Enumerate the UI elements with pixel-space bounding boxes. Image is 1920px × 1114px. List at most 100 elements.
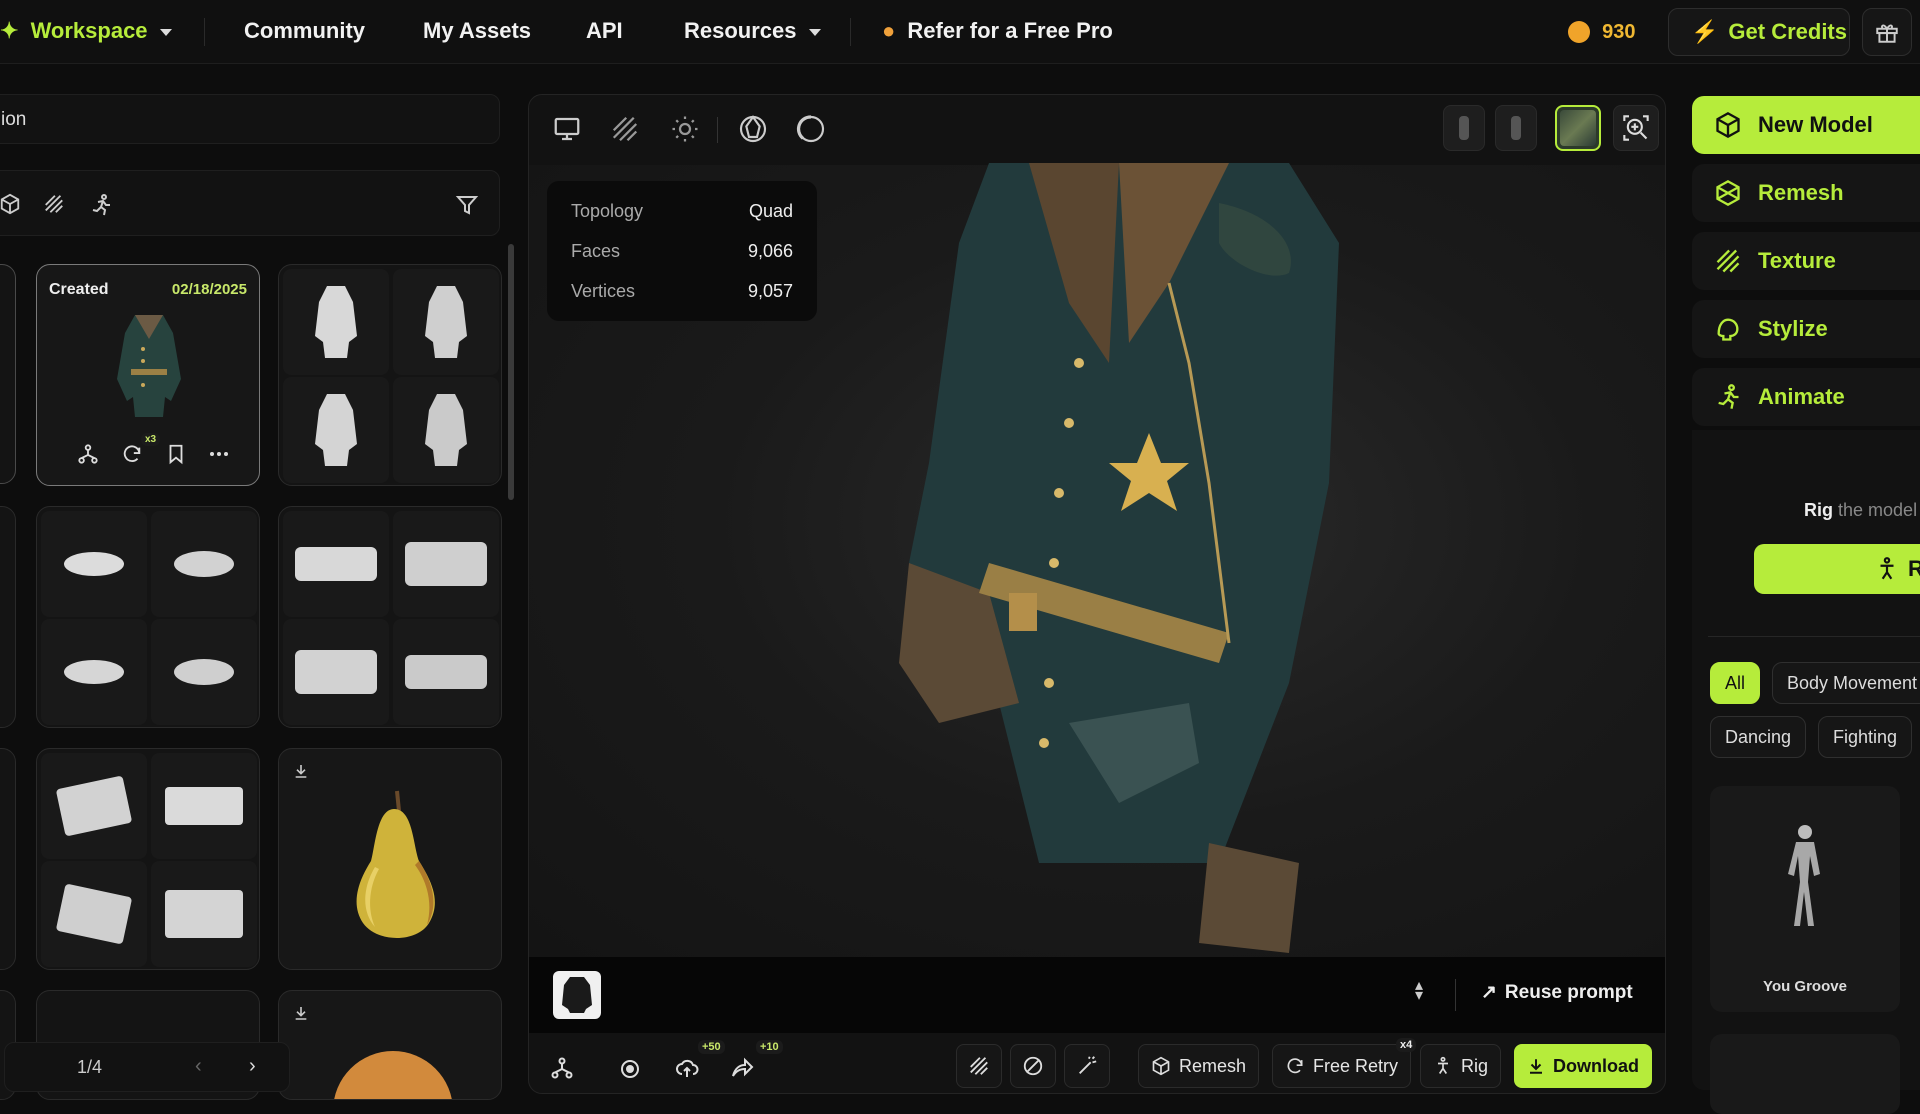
animation-card[interactable]: You Groove — [1710, 786, 1900, 1012]
animation-name: You Groove — [1763, 978, 1847, 995]
new-model-label: New Model — [1758, 112, 1873, 137]
zoom-button[interactable] — [1613, 105, 1659, 151]
gift-button[interactable] — [1862, 8, 1912, 56]
workspace-menu[interactable]: ✦ Workspace — [0, 18, 172, 44]
material-sphere-icon[interactable] — [793, 111, 829, 147]
stylize-tool-button[interactable] — [1010, 1044, 1056, 1088]
toolbar-divider — [717, 117, 718, 143]
jacket-thumbnail — [393, 377, 499, 483]
nav-my-assets[interactable]: My Assets — [423, 18, 531, 44]
get-credits-button[interactable]: ⚡ Get Credits — [1668, 8, 1850, 56]
texture-map-button[interactable] — [1555, 105, 1601, 151]
retry-icon[interactable] — [121, 443, 143, 465]
share-icon[interactable] — [730, 1056, 754, 1080]
remesh-icon — [1714, 179, 1742, 207]
cube-icon[interactable] — [0, 193, 21, 215]
free-retry-button[interactable]: Free Retry — [1272, 1044, 1412, 1088]
model-card[interactable] — [36, 748, 260, 970]
texture-icon — [1714, 247, 1742, 275]
panel-divider — [1708, 636, 1920, 637]
selected-model-card[interactable]: Created 02/18/2025 x3 — [36, 264, 260, 486]
prompt-image-thumbnail[interactable] — [553, 971, 601, 1019]
rig-button-label: R — [1908, 556, 1920, 581]
running-figure-icon[interactable] — [89, 193, 113, 217]
no-texture-icon — [1022, 1055, 1044, 1077]
top-bar: ✦ Workspace Community My Assets API Reso… — [0, 0, 1920, 64]
workspace-label: Workspace — [30, 18, 148, 43]
page-indicator: 1/4 — [77, 1057, 103, 1077]
more-options-icon[interactable] — [207, 443, 231, 465]
stat-value: Quad — [748, 201, 793, 221]
model-card[interactable] — [278, 506, 502, 728]
bookmark-add-icon[interactable] — [165, 443, 187, 465]
rig-button[interactable]: Rig — [1420, 1044, 1502, 1088]
view-preset-button[interactable] — [1443, 105, 1485, 151]
magic-tool-button[interactable] — [1064, 1044, 1110, 1088]
box-thumbnail — [283, 619, 389, 725]
stat-value: 9,057 — [747, 281, 793, 301]
model-card[interactable] — [0, 264, 16, 484]
animate-panel: Rig the model R All Body Movement Dancin… — [1692, 430, 1920, 1114]
remesh-button[interactable]: Remesh — [1138, 1044, 1260, 1088]
texture-icon[interactable] — [43, 193, 65, 215]
upload-icon[interactable] — [674, 1056, 700, 1080]
wireframe-sphere-icon[interactable] — [735, 111, 771, 147]
animate-nav-button[interactable]: Animate — [1692, 368, 1920, 426]
download-label: Download — [1553, 1055, 1639, 1076]
card-status-label: Created — [49, 281, 109, 298]
expand-collapse-icon[interactable]: ▴ ▾ — [1415, 978, 1423, 1004]
lighting-icon[interactable] — [667, 111, 703, 147]
figure-silhouette-icon — [1511, 116, 1521, 140]
remesh-label: Remesh — [1179, 1055, 1247, 1076]
texture-toggle-icon[interactable] — [607, 111, 643, 147]
model-viewer[interactable]: Topology Quad Faces 9,066 Vertices 9,057… — [528, 94, 1666, 1094]
download-icon[interactable] — [293, 763, 309, 779]
model-card[interactable] — [0, 506, 16, 728]
display-mode-icon[interactable] — [549, 111, 585, 147]
divider — [850, 18, 851, 46]
animation-card[interactable] — [1710, 1034, 1900, 1114]
blender-icon[interactable] — [618, 1056, 642, 1080]
model-card[interactable] — [36, 506, 260, 728]
rig-model-button[interactable]: R — [1754, 544, 1920, 594]
nav-resources[interactable]: Resources — [684, 18, 821, 44]
filter-chip-dancing[interactable]: Dancing — [1710, 716, 1807, 758]
filter-chip-fighting[interactable]: Fighting — [1818, 716, 1913, 758]
prev-page-button[interactable]: ‹ — [195, 1055, 202, 1078]
animation-figure — [1770, 822, 1840, 937]
rig-hint-rest: the model — [1838, 500, 1918, 520]
download-button[interactable]: Download — [1514, 1044, 1652, 1088]
stylize-nav-button[interactable]: Stylize — [1692, 300, 1920, 358]
brick-thumbnail — [41, 753, 147, 859]
search-bar[interactable]: ion — [0, 94, 500, 144]
view-preset-button[interactable] — [1495, 105, 1537, 151]
stat-row: Topology Quad — [571, 201, 793, 222]
refer-label: Refer for a Free Pro — [907, 18, 1113, 43]
nav-community[interactable]: Community — [244, 18, 365, 44]
retry-icon — [1285, 1056, 1305, 1076]
rig-nodes-icon[interactable] — [77, 443, 99, 465]
model-card[interactable] — [278, 990, 502, 1100]
filter-chip-body-movement[interactable]: Body Movement — [1772, 662, 1920, 704]
chevron-down-icon — [159, 28, 172, 36]
download-icon[interactable] — [293, 1005, 309, 1021]
filter-chip-all[interactable]: All — [1710, 662, 1761, 704]
texture-nav-button[interactable]: Texture — [1692, 232, 1920, 290]
download-icon — [1527, 1057, 1545, 1075]
free-retry-label: Free Retry — [1313, 1055, 1399, 1076]
left-panel-scrollbar[interactable] — [508, 244, 514, 500]
filter-icon[interactable] — [455, 193, 479, 217]
box-thumbnail — [393, 511, 499, 617]
next-page-button[interactable]: › — [249, 1055, 256, 1078]
nav-api[interactable]: API — [586, 18, 623, 44]
remesh-nav-button[interactable]: Remesh — [1692, 164, 1920, 222]
model-card[interactable] — [278, 264, 502, 486]
texture-tool-button[interactable] — [956, 1044, 1002, 1088]
model-card[interactable] — [278, 748, 502, 970]
model-card[interactable] — [0, 748, 16, 970]
refer-link[interactable]: ● Refer for a Free Pro — [882, 18, 1113, 44]
reuse-prompt-button[interactable]: ↗ Reuse prompt — [1481, 981, 1633, 1004]
new-model-button[interactable]: New Model — [1692, 96, 1920, 154]
rig-nodes-icon[interactable] — [550, 1056, 574, 1080]
3d-model-render — [869, 163, 1389, 963]
